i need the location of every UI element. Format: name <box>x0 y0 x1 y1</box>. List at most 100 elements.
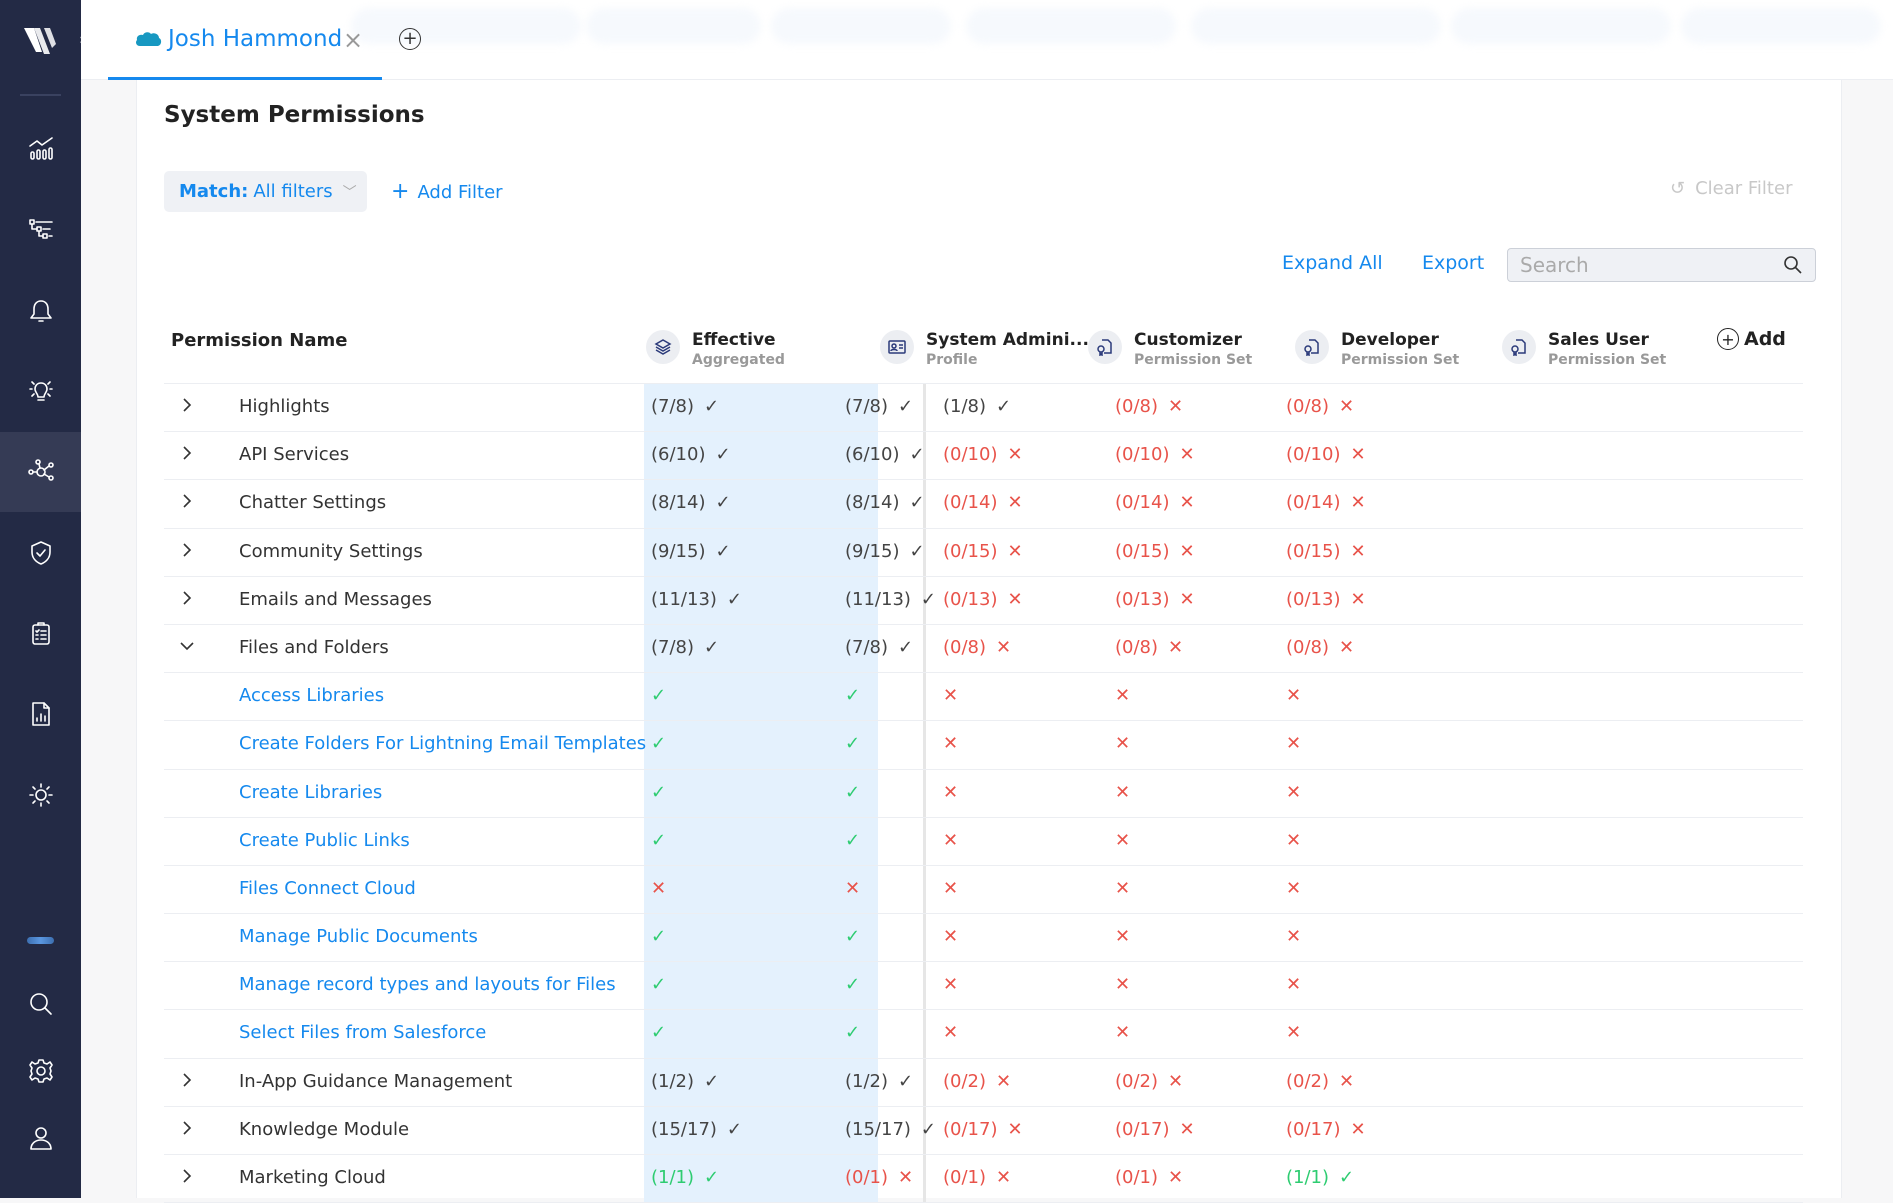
chevron-right-icon[interactable] <box>178 444 198 464</box>
permission-row[interactable]: Create Folders For Lightning Email Templ… <box>164 721 1803 770</box>
sidebar: › <box>0 0 94 1198</box>
tab-josh-hammond[interactable]: Josh Hammond <box>108 0 382 80</box>
permission-count: (11/13) <box>651 588 717 610</box>
column-header-system-admin[interactable]: System Admini... Profile <box>880 330 1089 368</box>
permission-name[interactable]: Manage record types and layouts for File… <box>239 974 616 995</box>
chevron-right-icon[interactable] <box>178 589 198 609</box>
column-header-permission-name[interactable]: Permission Name <box>171 330 347 351</box>
permission-group-row[interactable]: Files and Folders (7/8) ✓ (7/8) ✓ (0/8) ✕ (0/8)… <box>164 624 1803 674</box>
cell-system-admin: ✓ <box>845 926 860 947</box>
table-body: Highlights (7/8) ✓ (7/8) ✓ (1/8) ✓ (0/8) ✕ (0/8) ✕… <box>164 384 1803 1203</box>
cell-sales-user: ✕ <box>1286 830 1301 851</box>
sidebar-item-hierarchy[interactable] <box>0 190 81 270</box>
permission-group-row[interactable]: Community Settings (9/15) ✓ (9/15) ✓ (0/15) ✕(… <box>164 528 1803 577</box>
sidebar-item-security[interactable] <box>0 513 81 593</box>
cell-system-admin: (15/17) ✓ <box>845 1119 936 1140</box>
column-header-sales-user[interactable]: Sales User Permission Set <box>1502 330 1666 368</box>
effective-column-highlight <box>644 721 878 769</box>
cell-developer: ✕ <box>1115 830 1130 851</box>
permission-row[interactable]: Create Libraries ✓ ✓ ✕ ✕ ✕ <box>164 769 1803 818</box>
permission-name[interactable]: Manage Public Documents <box>239 926 478 947</box>
permission-group-row[interactable]: Emails and Messages (11/13) ✓ (11/13) ✓ (0/13… <box>164 576 1803 625</box>
chevron-down-icon[interactable] <box>178 637 198 657</box>
permission-row[interactable]: Access Libraries ✓ ✓ ✕ ✕ ✕ <box>164 673 1803 722</box>
reset-icon: ↺ <box>1670 178 1686 199</box>
chevron-right-icon[interactable] <box>178 541 198 561</box>
sidebar-item-analytics[interactable] <box>0 109 81 189</box>
column-separator <box>923 1010 926 1058</box>
permission-name[interactable]: Select Files from Salesforce <box>239 1022 486 1043</box>
expand-all-link[interactable]: Expand All <box>1282 252 1383 274</box>
sidebar-scroll-indicator[interactable] <box>27 937 54 944</box>
permission-row[interactable]: Create Public Links ✓ ✓ ✕ ✕ ✕ <box>164 817 1803 866</box>
cell-sales-user: ✕ <box>1286 974 1301 995</box>
permission-row[interactable]: Files Connect Cloud ✕ ✕ ✕ ✕ ✕ <box>164 865 1803 915</box>
ghost-tab <box>1451 8 1671 44</box>
permission-name[interactable]: Create Libraries <box>239 782 382 803</box>
certificate-icon <box>1088 330 1122 364</box>
cell-customizer: ✕ <box>943 974 958 995</box>
cell-system-admin: ✓ <box>845 733 860 754</box>
chevron-right-icon[interactable] <box>178 1119 198 1139</box>
permission-group-row[interactable]: Highlights (7/8) ✓ (7/8) ✓ (1/8) ✓ (0/8) ✕ (0/8) ✕ <box>164 384 1803 433</box>
add-filter-button[interactable]: + Add Filter <box>391 179 503 204</box>
permission-group-row[interactable]: API Services (6/10) ✓ (6/10) ✓ (0/10) ✕ (0/10) ✕… <box>164 432 1803 481</box>
logo-icon[interactable] <box>22 26 58 56</box>
export-link[interactable]: Export <box>1422 252 1484 274</box>
sidebar-item-alerts[interactable] <box>0 271 81 351</box>
permission-group-row[interactable]: Marketing Cloud (1/1) ✓ (0/1) ✕ (0/1) ✕ (0/1) ✕(… <box>164 1155 1803 1203</box>
sidebar-item-theme[interactable] <box>0 755 81 835</box>
chevron-right-icon[interactable] <box>178 492 198 512</box>
clear-filter-button[interactable]: ↺ Clear Filter <box>1670 178 1792 199</box>
check-icon: ✓ <box>920 1118 937 1140</box>
sidebar-item-connections[interactable] <box>0 432 81 512</box>
chevron-right-icon[interactable] <box>178 396 198 416</box>
permission-name[interactable]: Create Folders For Lightning Email Templ… <box>239 733 646 754</box>
cell-customizer: ✕ <box>943 782 958 803</box>
permission-count: (0/10) <box>1115 444 1170 466</box>
sidebar-item-tasks[interactable] <box>0 593 81 673</box>
permission-group-row[interactable]: Chatter Settings (8/14) ✓ (8/14) ✓ (0/14) ✕ (0/… <box>164 480 1803 529</box>
certificate-icon <box>1502 330 1536 364</box>
column-header-customizer[interactable]: Customizer Permission Set <box>1088 330 1252 368</box>
column-separator <box>923 962 926 1010</box>
sidebar-item-profile[interactable] <box>0 1098 81 1178</box>
permission-row[interactable]: Manage Public Documents ✓ ✓ ✕ ✕ ✕ <box>164 914 1803 963</box>
match-filter-dropdown[interactable]: Match: All filters ﹀ <box>164 171 367 212</box>
cell-system-admin: (0/1) ✕ <box>845 1167 913 1188</box>
permission-group-row[interactable]: In-App Guidance Management (1/2) ✓ (1/2) ✓ (0… <box>164 1058 1803 1107</box>
cell-customizer: ✕ <box>943 733 958 754</box>
column-separator <box>923 865 926 914</box>
column-header-effective[interactable]: Effective Aggregated <box>646 330 785 368</box>
chevron-right-icon[interactable] <box>178 1071 198 1091</box>
chevron-right-icon[interactable] <box>178 1167 198 1187</box>
permission-group-row[interactable]: Knowledge Module (15/17) ✓ (15/17) ✓ (0/17) ✕(… <box>164 1106 1803 1155</box>
cell-sales-user: (0/8) ✕ <box>1286 396 1354 417</box>
column-title: Customizer <box>1134 330 1242 350</box>
sidebar-item-reports[interactable] <box>0 674 81 754</box>
search-input[interactable] <box>1520 253 1783 277</box>
permission-row[interactable]: Select Files from Salesforce ✓ ✓ ✕ ✕ ✕ <box>164 1010 1803 1059</box>
column-separator <box>923 673 926 721</box>
sidebar-item-insights[interactable] <box>0 351 81 431</box>
permission-name[interactable]: Access Libraries <box>239 685 384 706</box>
column-header-developer[interactable]: Developer Permission Set <box>1295 330 1459 368</box>
cell-developer: ✕ <box>1115 926 1130 947</box>
permission-name[interactable]: Create Public Links <box>239 830 410 851</box>
add-column-button[interactable]: + Add <box>1717 328 1786 350</box>
add-tab-button[interactable]: + <box>399 28 421 50</box>
check-icon: ✓ <box>898 396 914 417</box>
close-tab-icon[interactable]: × <box>343 26 363 54</box>
check-icon: ✓ <box>1339 1167 1355 1188</box>
search-icon[interactable] <box>1783 255 1803 275</box>
cross-icon: ✕ <box>1115 926 1131 948</box>
permission-name[interactable]: Files Connect Cloud <box>239 878 416 899</box>
permission-count: (1/1) <box>1286 1167 1330 1188</box>
permission-row[interactable]: Manage record types and layouts for File… <box>164 962 1803 1011</box>
permission-count: (0/10) <box>943 444 998 466</box>
ghost-tab <box>1191 8 1441 44</box>
permission-count: (0/14) <box>1286 492 1341 514</box>
match-value: All filters <box>253 181 333 202</box>
cell-sales-user: ✕ <box>1286 733 1301 754</box>
permission-count: (0/8) <box>1115 396 1159 417</box>
